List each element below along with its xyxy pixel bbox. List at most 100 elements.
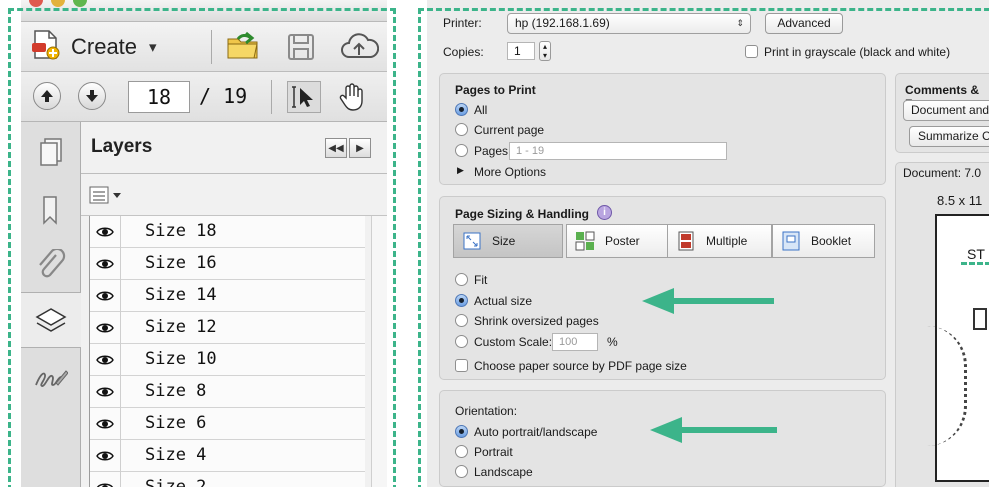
more-options-label[interactable]: More Options — [474, 165, 546, 179]
layers-title: Layers — [91, 136, 153, 157]
layer-options-icon[interactable] — [89, 184, 123, 206]
layer-row[interactable]: Size 18 — [89, 216, 365, 248]
size-tab[interactable]: Size — [453, 224, 563, 258]
minimize-window-icon[interactable] — [51, 0, 65, 7]
paper-source-label: Choose paper source by PDF page size — [474, 359, 687, 373]
collapse-panel-icon[interactable]: ◀◀ — [325, 138, 347, 158]
pages-range-field[interactable]: 1 - 19 — [509, 142, 727, 160]
printer-label: Printer: — [443, 16, 482, 30]
multiple-icon — [676, 231, 696, 251]
copies-stepper[interactable]: ▴ ▾ — [539, 41, 551, 61]
signatures-icon[interactable] — [21, 350, 81, 406]
shrink-radio[interactable] — [455, 314, 468, 327]
custom-scale-field[interactable]: 100 — [552, 333, 598, 351]
open-folder-icon[interactable] — [226, 31, 260, 65]
advanced-button[interactable]: Advanced — [765, 13, 843, 34]
page-preview: ST — [935, 214, 989, 482]
comments-select[interactable]: Document and — [903, 100, 989, 121]
create-label: Create — [71, 34, 138, 59]
layer-row[interactable]: Size 12 — [89, 312, 365, 344]
chevron-down-icon: ▾ — [149, 38, 157, 56]
paper-source-checkbox[interactable] — [455, 359, 468, 372]
eye-icon[interactable] — [89, 280, 121, 312]
eye-icon[interactable] — [89, 408, 121, 440]
pages-range-radio[interactable] — [455, 144, 468, 157]
current-page-radio[interactable] — [455, 123, 468, 136]
preview-shape — [973, 308, 987, 330]
grayscale-checkbox[interactable] — [745, 45, 758, 58]
info-icon[interactable]: i — [597, 205, 612, 220]
page-number-input[interactable]: 18 — [128, 81, 190, 113]
document-size-label: Document: 7.0 — [903, 166, 982, 180]
poster-tab[interactable]: Poster — [566, 224, 671, 258]
comments-select-value: Document and — [911, 103, 989, 117]
booklet-tab-label: Booklet — [811, 234, 852, 248]
eye-icon[interactable] — [89, 248, 121, 280]
eye-icon[interactable] — [89, 344, 121, 376]
pages-range-label: Pages — [474, 144, 509, 158]
copies-field[interactable]: 1 — [507, 42, 535, 60]
page-down-icon[interactable] — [78, 82, 106, 110]
landscape-radio[interactable] — [455, 465, 468, 478]
layer-row[interactable]: Size 2 — [89, 472, 365, 487]
layers-scrollbar[interactable] — [371, 216, 387, 487]
pages-icon[interactable] — [21, 124, 81, 180]
eye-icon[interactable] — [89, 312, 121, 344]
booklet-tab[interactable]: Booklet — [772, 224, 875, 258]
summarize-comments-button[interactable]: Summarize C — [909, 126, 989, 147]
actual-size-radio[interactable] — [455, 294, 468, 307]
layer-row[interactable]: Size 10 — [89, 344, 365, 376]
attachments-icon[interactable] — [21, 238, 81, 294]
layer-row[interactable]: Size 16 — [89, 248, 365, 280]
layer-name: Size 2 — [145, 477, 207, 487]
page-sizing-title: Page Sizing & Handling — [455, 207, 590, 221]
portrait-radio[interactable] — [455, 445, 468, 458]
acrobat-panel: Create ▾ 18 / 19 Layers ◀◀ ▶ Size 18 Siz… — [21, 0, 387, 487]
navigation-sidebar — [21, 122, 81, 487]
layer-name: Size 8 — [145, 381, 207, 401]
main-toolbar: Create ▾ — [21, 22, 387, 72]
printer-select[interactable]: hp (192.168.1.69) ⇕ — [507, 13, 751, 34]
poster-icon — [575, 231, 595, 251]
auto-orientation-radio[interactable] — [455, 425, 468, 438]
save-icon[interactable] — [287, 33, 315, 65]
eye-icon[interactable] — [89, 472, 121, 487]
layer-name: Size 14 — [145, 285, 217, 305]
auto-orientation-label: Auto portrait/landscape — [474, 425, 598, 439]
current-page-label: Current page — [474, 123, 545, 137]
hand-tool-icon[interactable] — [337, 82, 367, 116]
layers-icon[interactable] — [21, 292, 81, 348]
layers-options-row — [81, 174, 387, 216]
fit-radio[interactable] — [455, 273, 468, 286]
zoom-window-icon[interactable] — [73, 0, 87, 7]
navigation-toolbar: 18 / 19 — [21, 72, 387, 122]
preview-dash-line — [961, 262, 989, 265]
print-dialog: Printer: hp (192.168.1.69) ⇕ Advanced Co… — [427, 0, 989, 487]
custom-scale-radio[interactable] — [455, 335, 468, 348]
eye-icon[interactable] — [89, 216, 121, 248]
layer-name: Size 10 — [145, 349, 217, 369]
layer-name: Size 16 — [145, 253, 217, 273]
select-tool-icon[interactable] — [287, 81, 321, 113]
create-button[interactable]: Create ▾ — [31, 30, 193, 64]
layer-row[interactable]: Size 8 — [89, 376, 365, 408]
disclosure-triangle-icon[interactable]: ▶ — [457, 165, 464, 176]
page-up-icon[interactable] — [33, 82, 61, 110]
all-pages-radio[interactable] — [455, 103, 468, 116]
expand-panel-icon[interactable]: ▶ — [349, 138, 371, 158]
eye-icon[interactable] — [89, 440, 121, 472]
landscape-label: Landscape — [474, 465, 533, 479]
orientation-title: Orientation: — [455, 404, 518, 418]
layer-row[interactable]: Size 4 — [89, 440, 365, 472]
shrink-label: Shrink oversized pages — [474, 314, 599, 328]
close-window-icon[interactable] — [29, 0, 43, 7]
bookmarks-icon[interactable] — [21, 182, 81, 238]
layer-row[interactable]: Size 14 — [89, 280, 365, 312]
portrait-label: Portrait — [474, 445, 513, 459]
layer-name: Size 6 — [145, 413, 207, 433]
eye-icon[interactable] — [89, 376, 121, 408]
multiple-tab[interactable]: Multiple — [667, 224, 772, 258]
cloud-upload-icon[interactable] — [339, 33, 380, 65]
layer-row[interactable]: Size 6 — [89, 408, 365, 440]
select-arrows-icon: ⇕ — [736, 18, 744, 28]
